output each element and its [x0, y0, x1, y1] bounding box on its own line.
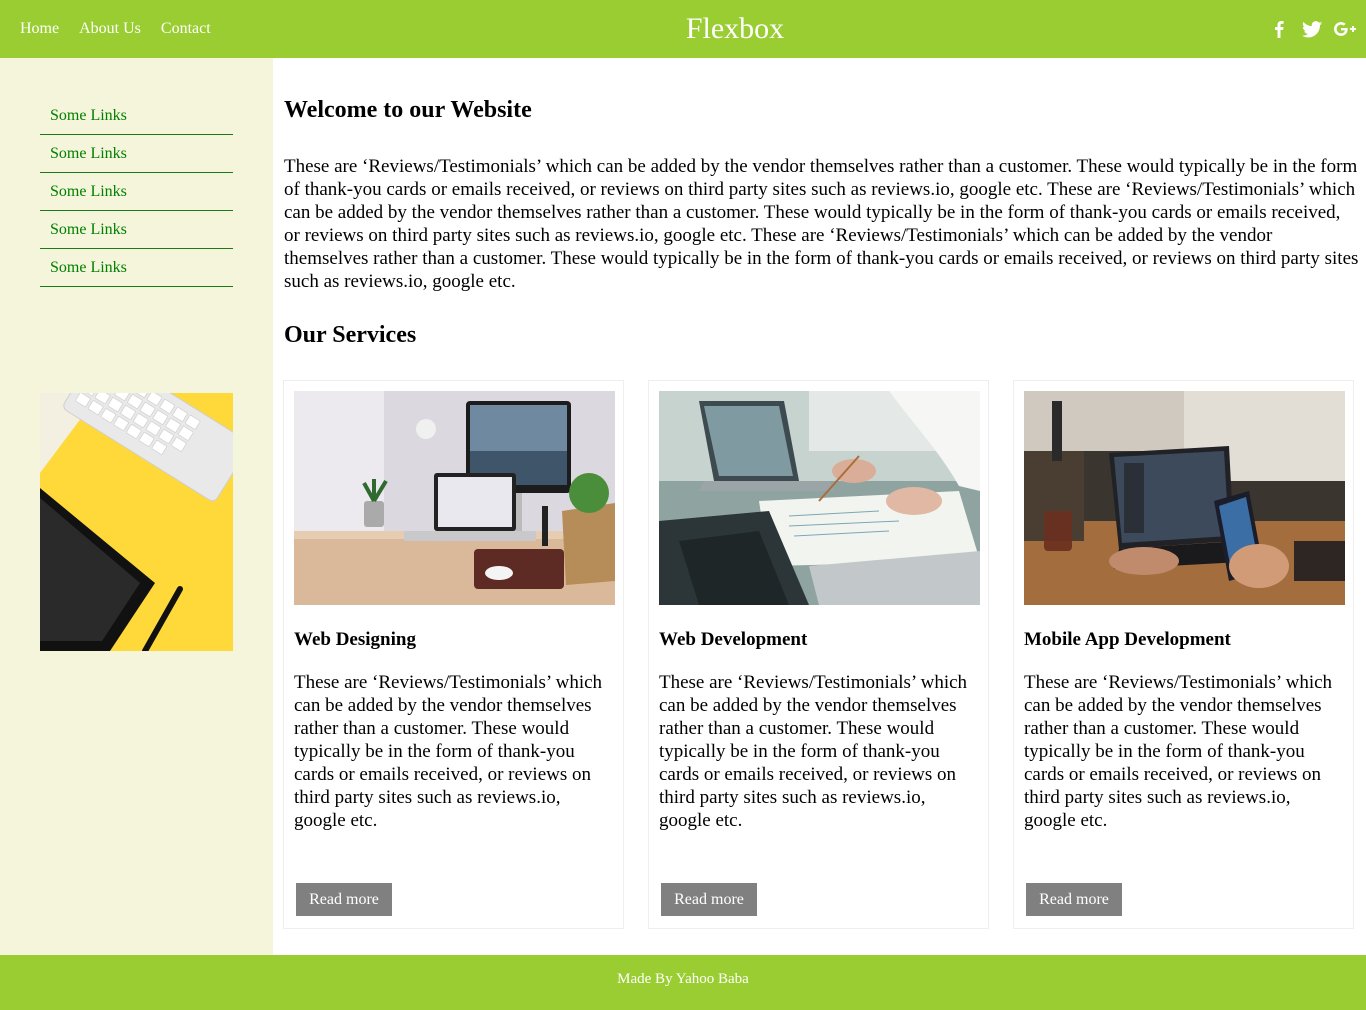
card-title: Web Designing — [294, 629, 416, 650]
site-title: Flexbox — [685, 12, 785, 45]
nav-home-link[interactable]: Home — [20, 20, 59, 38]
main-nav: Home About Us Contact — [20, 0, 231, 58]
google-plus-icon[interactable] — [1334, 18, 1356, 40]
card-title: Web Development — [659, 629, 808, 650]
sidebar-item: Some Links — [40, 249, 233, 287]
sidebar-item: Some Links — [40, 97, 233, 135]
site-footer: Made By Yahoo Baba — [0, 955, 1366, 1010]
welcome-heading: Welcome to our Website — [284, 97, 532, 123]
sidebar-link[interactable]: Some Links — [40, 97, 233, 135]
social-links — [1257, 0, 1356, 58]
card-image — [1024, 391, 1345, 605]
read-more-button[interactable]: Read more — [296, 883, 392, 916]
site-header: Home About Us Contact Flexbox — [0, 0, 1366, 58]
sidebar-link[interactable]: Some Links — [40, 135, 233, 173]
service-card-web-development: Web Development These are ‘Reviews/Testi… — [648, 380, 989, 929]
sidebar-item: Some Links — [40, 211, 233, 249]
read-more-button[interactable]: Read more — [661, 883, 757, 916]
sidebar: Some Links Some Links Some Links Some Li… — [0, 58, 273, 955]
sidebar-link[interactable]: Some Links — [40, 249, 233, 287]
service-card-mobile-app: Mobile App Development These are ‘Review… — [1013, 380, 1354, 929]
service-card-web-designing: Web Designing These are ‘Reviews/Testimo… — [283, 380, 624, 929]
nav-about-link[interactable]: About Us — [79, 20, 141, 38]
intro-paragraph: These are ‘Reviews/Testimonials’ which c… — [284, 156, 1359, 292]
sidebar-links: Some Links Some Links Some Links Some Li… — [40, 97, 233, 287]
sidebar-link[interactable]: Some Links — [40, 211, 233, 249]
sidebar-item: Some Links — [40, 173, 233, 211]
sidebar-item: Some Links — [40, 135, 233, 173]
card-image — [294, 391, 615, 605]
sidebar-link[interactable]: Some Links — [40, 173, 233, 211]
card-text: These are ‘Reviews/Testimonials’ which c… — [1024, 672, 1333, 831]
sidebar-image — [40, 393, 233, 651]
nav-contact-link[interactable]: Contact — [161, 20, 211, 38]
read-more-button[interactable]: Read more — [1026, 883, 1122, 916]
facebook-icon[interactable] — [1268, 18, 1290, 40]
card-image — [659, 391, 980, 605]
card-text: These are ‘Reviews/Testimonials’ which c… — [294, 672, 603, 831]
footer-credit: Made By Yahoo Baba — [617, 971, 749, 987]
main-content: Welcome to our Website These are ‘Review… — [273, 58, 1366, 955]
card-title: Mobile App Development — [1024, 629, 1231, 650]
services-heading: Our Services — [284, 322, 417, 348]
card-text: These are ‘Reviews/Testimonials’ which c… — [659, 672, 968, 831]
twitter-icon[interactable] — [1301, 18, 1323, 40]
